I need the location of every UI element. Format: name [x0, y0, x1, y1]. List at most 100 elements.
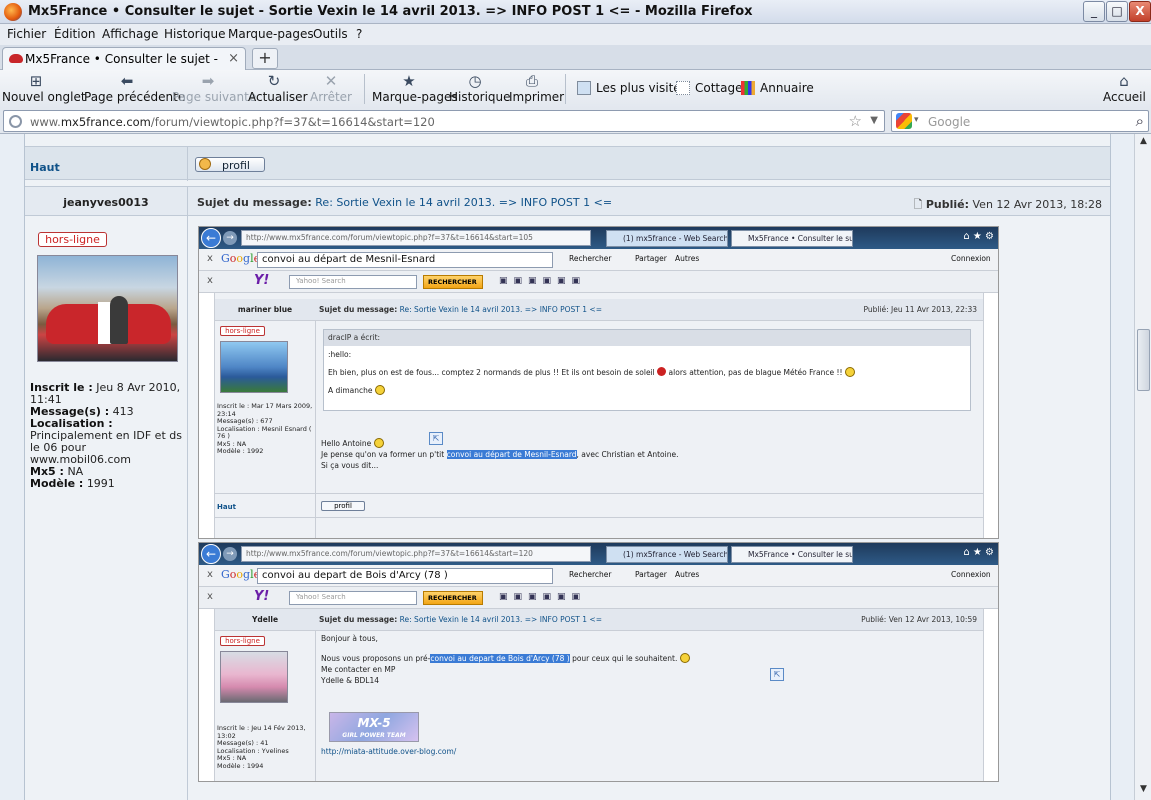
- mini-rechercher: Rechercher: [569, 570, 612, 579]
- toolbar-separator: [364, 74, 365, 104]
- profil-button[interactable]: profil: [195, 157, 265, 172]
- mini-yahoo-search: Yahoo! Search: [289, 275, 417, 289]
- mini-close-icon: x: [207, 569, 213, 580]
- mini-home-star-icon: ⌂ ★ ⚙: [963, 231, 994, 242]
- post-header-row: jeanyves0013 Sujet du message: Re: Sorti…: [25, 186, 1110, 217]
- stop-icon: ✕: [324, 72, 338, 90]
- mini-divider: [215, 517, 983, 518]
- url-text[interactable]: www.mx5france.com/forum/viewtopic.php?f=…: [30, 115, 435, 129]
- mini-post-header: mariner blue Sujet du message: Re: Sorti…: [215, 299, 983, 321]
- mini-home-star-icon: ⌂ ★ ⚙: [963, 547, 994, 558]
- mini-partager: Partager: [635, 570, 667, 579]
- haut-link[interactable]: Haut: [30, 161, 60, 174]
- mini-yahoo-button: RECHERCHER: [423, 591, 483, 605]
- menu-marque-pages[interactable]: Marque-pages: [228, 27, 314, 41]
- engine-dropdown-icon[interactable]: ▾: [914, 115, 919, 125]
- site-favicon-icon: [9, 54, 23, 63]
- menu-affichage[interactable]: Affichage: [102, 27, 158, 41]
- menu-outils[interactable]: Outils: [313, 27, 348, 41]
- site-identity-icon[interactable]: [9, 115, 22, 128]
- mini-connexion: Connexion: [951, 254, 991, 263]
- new-tab-button[interactable]: +: [252, 48, 278, 69]
- mini-author-info: Inscrit le : Jeu 14 Fév 2013, 13:02 Messa…: [217, 724, 306, 770]
- yahoo-logo: Y!: [254, 273, 270, 288]
- print-button[interactable]: ⎙ Imprimer: [509, 72, 564, 104]
- back-button[interactable]: ⬅ Page précédente: [84, 72, 185, 104]
- menu-edition[interactable]: Édition: [54, 27, 96, 41]
- tab-close-icon[interactable]: ×: [228, 51, 239, 66]
- url-dropdown-icon[interactable]: ▼: [870, 115, 878, 126]
- history-button[interactable]: ◷ Historique: [449, 72, 511, 104]
- new-tab-toolbar-button[interactable]: ⊞ Nouvel onglet: [2, 72, 86, 104]
- bookmark-annuaire[interactable]: Annuaire: [741, 81, 814, 95]
- toolbar-separator: [565, 74, 566, 104]
- mini-signature-banner: MX-5 GIRL POWER TEAM: [329, 712, 419, 742]
- mini-selection-icon: ⇱: [770, 668, 784, 681]
- firefox-icon: [4, 3, 22, 21]
- google-logo: Google: [221, 568, 260, 581]
- column-divider: [187, 187, 188, 217]
- stop-button[interactable]: ✕ Arrêter: [309, 72, 353, 104]
- mini-forward-icon: →: [223, 231, 237, 245]
- close-button[interactable]: X: [1129, 1, 1151, 22]
- mini-tab-b: Mx5France • Consulter le su...: [731, 546, 853, 563]
- mini-tab-a: (1) mx5france - Web Search Re...: [606, 230, 728, 247]
- google-engine-icon[interactable]: [896, 113, 912, 129]
- smiley-icon: [374, 385, 385, 395]
- mini-post: Ydelle Sujet du message: Re: Sortie Vexi…: [214, 609, 984, 781]
- mini-haut: Haut: [217, 503, 236, 511]
- address-bar[interactable]: www.mx5france.com/forum/viewtopic.php?f=…: [3, 110, 885, 132]
- bookmark-most-visited[interactable]: Les plus visités: [577, 81, 687, 95]
- new-tab-icon: ⊞: [29, 72, 43, 90]
- search-input[interactable]: Google: [928, 115, 970, 129]
- maximize-button[interactable]: □: [1106, 1, 1128, 22]
- mini-quote: dracIP a écrit: :hello: Eh bien, plus on…: [323, 329, 971, 411]
- search-bar[interactable]: ▾ Google ⌕: [891, 110, 1149, 132]
- menu-historique[interactable]: Historique: [164, 27, 226, 41]
- mini-rechercher: Rechercher: [569, 254, 612, 263]
- mini-profil: profil: [321, 501, 365, 511]
- mini-avatar: [220, 341, 288, 393]
- scroll-down-icon[interactable]: ▼: [1137, 784, 1150, 798]
- mini-back-icon: ←: [201, 544, 221, 564]
- user-icon: [199, 158, 211, 170]
- reload-icon: ↻: [267, 72, 281, 90]
- mini-yahoo-button: RECHERCHER: [423, 275, 483, 289]
- menu-help[interactable]: ?: [356, 27, 362, 41]
- window-title: Mx5France • Consulter le sujet - Sortie …: [28, 4, 753, 19]
- google-logo: Google: [221, 252, 260, 265]
- mini-google-query: convoi au depart de Bois d'Arcy (78 ): [257, 568, 553, 584]
- tab-label: Mx5France • Consulter le sujet - Sortie …: [25, 52, 221, 66]
- sun-icon: [657, 367, 667, 376]
- vertical-scrollbar[interactable]: ▲ ▼: [1134, 134, 1151, 800]
- tab-active[interactable]: Mx5France • Consulter le sujet - Sortie …: [2, 47, 246, 71]
- mini-yahoo-toolbar: x Y! Yahoo! Search RECHERCHER ▣▣▣▣▣▣: [199, 271, 998, 293]
- smiley-icon: [679, 653, 690, 663]
- post-subject-link[interactable]: Re: Sortie Vexin le 14 avril 2013. => IN…: [315, 196, 612, 209]
- yahoo-logo: Y!: [254, 589, 270, 604]
- mini-autres: Autres: [675, 570, 700, 579]
- search-icon[interactable]: ⌕: [1136, 112, 1144, 130]
- embedded-screenshot-1: ← → http://www.mx5france.com/forum/viewt…: [198, 226, 999, 539]
- smiley-icon: [373, 438, 384, 448]
- forward-button[interactable]: ➡ Page suivante: [172, 72, 256, 104]
- author-column: hors-ligne Inscrit le : Jeu 8 Avr 2010, …: [25, 217, 187, 800]
- mini-post-header: Ydelle Sujet du message: Re: Sortie Vexi…: [215, 609, 983, 631]
- home-button[interactable]: ⌂ Accueil: [1103, 72, 1146, 104]
- post-author[interactable]: jeanyves0013: [25, 196, 187, 209]
- mini-yahoo-toolbar: x Y! Yahoo! Search RECHERCHER ▣▣▣▣▣▣: [199, 587, 998, 609]
- scroll-up-icon[interactable]: ▲: [1137, 136, 1150, 150]
- bookmark-star-icon[interactable]: ☆: [849, 112, 862, 130]
- bookmarks-button[interactable]: ★ Marque-pages: [372, 72, 458, 104]
- menu-fichier[interactable]: Fichier: [7, 27, 46, 41]
- reload-button[interactable]: ↻ Actualiser: [248, 72, 308, 104]
- mini-close-icon: x: [207, 253, 213, 264]
- mini-browser-chrome: ← → http://www.mx5france.com/forum/viewt…: [199, 227, 998, 249]
- url-row: www.mx5france.com/forum/viewtopic.php?f=…: [0, 108, 1151, 134]
- title-bar: Mx5France • Consulter le sujet - Sortie …: [0, 0, 1151, 24]
- bookmark-cottage[interactable]: Cottage: [676, 81, 742, 95]
- minimize-button[interactable]: _: [1083, 1, 1105, 22]
- mini-signature-link: http://miata-attitude.over-blog.com/: [321, 747, 457, 756]
- author-info: Inscrit le : Jeu 8 Avr 2010, 11:41 Messa…: [30, 381, 182, 490]
- scroll-thumb[interactable]: [1137, 329, 1150, 391]
